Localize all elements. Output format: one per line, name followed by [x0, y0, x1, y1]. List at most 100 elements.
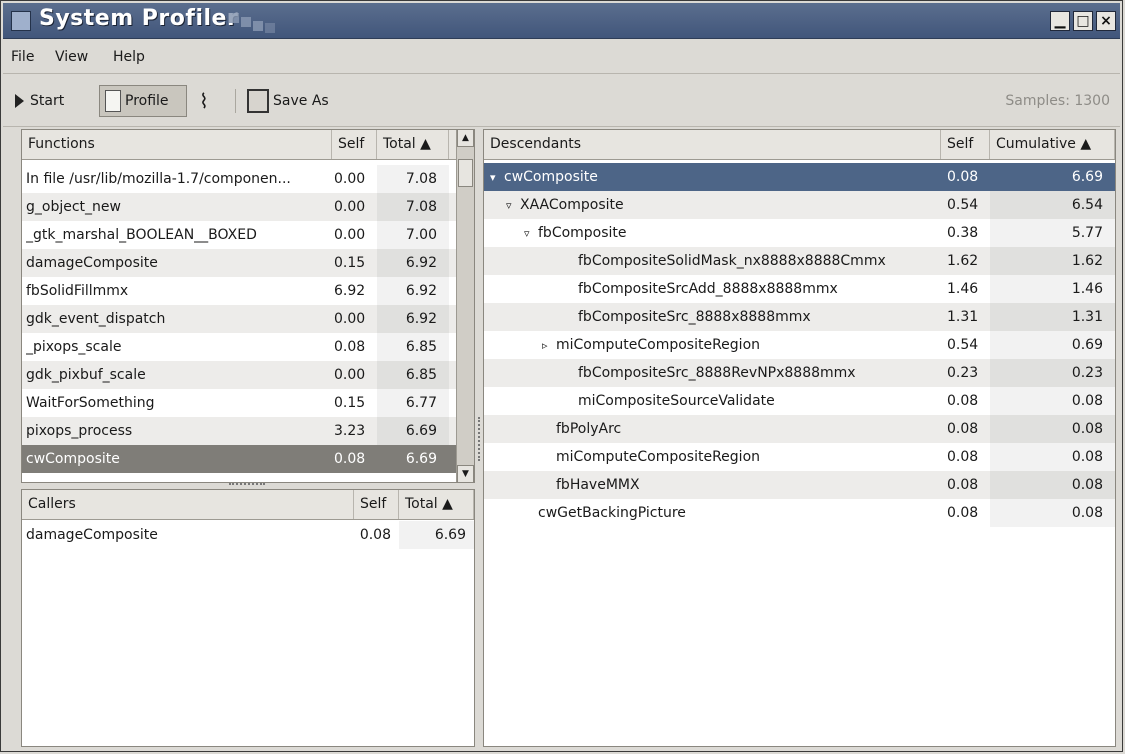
descendant-name-cell: ▹ miComputeCompositeRegion	[542, 331, 934, 359]
function-total: 6.69	[405, 423, 437, 439]
function-row[interactable]: WaitForSomething 0.15 6.77	[22, 389, 456, 417]
descendant-row[interactable]: cwGetBackingPicture 0.08 0.08	[484, 499, 1115, 527]
scroll-up-icon[interactable]: ▲	[457, 130, 474, 147]
save-icon	[247, 89, 269, 113]
descendant-row[interactable]: ▿ XAAComposite 0.54 6.54	[484, 191, 1115, 219]
function-self: 0.15	[334, 255, 366, 271]
cumulative-column-header[interactable]: Cumulative ▲	[990, 130, 1115, 159]
descendant-name: fbCompositeSolidMask_nx8888x8888Cmmx	[578, 253, 886, 269]
menu-view[interactable]: View	[55, 49, 88, 65]
functions-scrollbar[interactable]: ▲ ▼	[456, 130, 474, 482]
descendant-name-cell: cwGetBackingPicture	[524, 499, 934, 527]
scroll-down-icon[interactable]: ▼	[457, 465, 474, 482]
toolbar-separator	[235, 89, 236, 113]
total-column-header[interactable]: Total ▲	[377, 130, 449, 159]
menu-help[interactable]: Help	[113, 49, 145, 65]
descendant-row[interactable]: miCompositeSourceValidate 0.08 0.08	[484, 387, 1115, 415]
function-row[interactable]: gdk_event_dispatch 0.00 6.92	[22, 305, 456, 333]
save-as-button[interactable]: Save As	[247, 85, 351, 117]
descendant-self: 0.23	[947, 365, 979, 381]
function-row[interactable]: cwComposite 0.08 6.69	[22, 445, 456, 473]
menu-file[interactable]: File	[11, 49, 34, 65]
descendant-cumulative: 0.08	[1071, 505, 1103, 521]
function-name: _pixops_scale	[26, 339, 122, 355]
expander-arrow-icon[interactable]: ▿	[524, 220, 538, 247]
descendant-self: 0.08	[947, 393, 979, 409]
start-button[interactable]: Start	[9, 85, 95, 117]
descendant-cumulative: 0.08	[1071, 477, 1103, 493]
close-button[interactable]: ×	[1096, 11, 1116, 31]
function-self: 0.00	[334, 227, 366, 243]
expander-arrow-icon[interactable]: ▹	[542, 332, 556, 359]
title-bar[interactable]: System Profiler ▁ □ ×	[3, 3, 1120, 39]
profile-label: Profile	[125, 93, 169, 109]
function-name: In file /usr/lib/mozilla-1.7/componen...	[26, 171, 291, 187]
menu-bar: File View Help	[3, 40, 1120, 74]
descendant-name: XAAComposite	[520, 197, 624, 213]
scroll-thumb[interactable]	[458, 159, 473, 187]
descendant-row[interactable]: fbCompositeSrcAdd_8888x8888mmx 1.46 1.46	[484, 275, 1115, 303]
descendant-name: miCompositeSourceValidate	[578, 393, 775, 409]
descendant-name-cell: ▿ XAAComposite	[506, 191, 934, 219]
function-total: 6.69	[405, 451, 437, 467]
descendant-row[interactable]: miComputeCompositeRegion 0.08 0.08	[484, 443, 1115, 471]
pane-splitter[interactable]	[229, 483, 265, 488]
function-row[interactable]: g_object_new 0.00 7.08	[22, 193, 456, 221]
callers-pane: Callers Self Total ▲ damageComposite 0.08…	[21, 489, 475, 747]
self-column-header[interactable]: Self	[332, 130, 377, 159]
profile-button[interactable]: Profile	[99, 85, 187, 117]
descendant-name: cwGetBackingPicture	[538, 505, 686, 521]
functions-pane: Functions Self Total ▲ In file /usr/lib/…	[21, 129, 475, 483]
app-icon[interactable]	[11, 11, 31, 31]
descendant-self: 1.31	[947, 309, 979, 325]
descendant-name-cell: fbCompositeSrc_8888RevNPx8888mmx	[564, 359, 934, 387]
window-title: System Profiler	[39, 6, 239, 31]
function-self: 0.15	[334, 395, 366, 411]
function-row[interactable]: gdk_pixbuf_scale 0.00 6.85	[22, 361, 456, 389]
callers-total-column-header[interactable]: Total ▲	[399, 490, 474, 519]
descendant-cumulative: 6.54	[1071, 197, 1103, 213]
function-total: 6.92	[405, 255, 437, 271]
function-total: 6.85	[405, 339, 437, 355]
function-row[interactable]: _gtk_marshal_BOOLEAN__BOXED 0.00 7.00	[22, 221, 456, 249]
caller-total: 6.69	[434, 527, 466, 543]
maximize-button[interactable]: □	[1073, 11, 1093, 31]
functions-column-header[interactable]: Functions	[22, 130, 332, 159]
descendant-cumulative: 1.31	[1071, 309, 1103, 325]
expander-arrow-icon[interactable]: ▿	[506, 192, 520, 219]
descendant-row[interactable]: fbCompositeSolidMask_nx8888x8888Cmmx 1.62…	[484, 247, 1115, 275]
minimize-button[interactable]: ▁	[1050, 11, 1070, 31]
descendant-name-cell: ▿ fbComposite	[524, 219, 934, 247]
function-self: 6.92	[334, 283, 366, 299]
samples-count: Samples: 1300	[1005, 93, 1110, 109]
descendant-self: 0.54	[947, 337, 979, 353]
desc-self-column-header[interactable]: Self	[941, 130, 990, 159]
descendants-pane: Descendants Self Cumulative ▲ ▾ cwComposi…	[483, 129, 1116, 747]
descendant-row[interactable]: fbCompositeSrc_8888RevNPx8888mmx 0.23 0.23	[484, 359, 1115, 387]
play-icon	[15, 94, 24, 108]
reset-button[interactable]: ⌇	[193, 85, 227, 117]
functions-header: Functions Self Total ▲	[22, 130, 474, 160]
function-total: 7.08	[405, 171, 437, 187]
function-row[interactable]: damageComposite 0.15 6.92	[22, 249, 456, 277]
function-row[interactable]: _pixops_scale 0.08 6.85	[22, 333, 456, 361]
function-self: 0.00	[334, 199, 366, 215]
expander-arrow-icon[interactable]: ▾	[490, 164, 504, 191]
descendant-row[interactable]: ▿ fbComposite 0.38 5.77	[484, 219, 1115, 247]
function-row[interactable]: fbSolidFillmmx 6.92 6.92	[22, 277, 456, 305]
descendant-row[interactable]: ▹ miComputeCompositeRegion 0.54 0.69	[484, 331, 1115, 359]
function-row[interactable]: In file /usr/lib/mozilla-1.7/componen...…	[22, 165, 456, 193]
descendant-self: 0.08	[947, 505, 979, 521]
function-row[interactable]: pixops_process 3.23 6.69	[22, 417, 456, 445]
function-total: 6.92	[405, 283, 437, 299]
descendant-row[interactable]: fbPolyArc 0.08 0.08	[484, 415, 1115, 443]
descendant-name-cell: fbCompositeSolidMask_nx8888x8888Cmmx	[564, 247, 934, 275]
callers-self-column-header[interactable]: Self	[354, 490, 399, 519]
callers-column-header[interactable]: Callers	[22, 490, 354, 519]
descendant-row[interactable]: ▾ cwComposite 0.08 6.69	[484, 163, 1115, 191]
caller-row[interactable]: damageComposite 0.08 6.69	[22, 521, 474, 549]
descendant-row[interactable]: fbCompositeSrc_8888x8888mmx 1.31 1.31	[484, 303, 1115, 331]
descendant-row[interactable]: fbHaveMMX 0.08 0.08	[484, 471, 1115, 499]
descendants-column-header[interactable]: Descendants	[484, 130, 941, 159]
callers-header: Callers Self Total ▲	[22, 490, 474, 520]
